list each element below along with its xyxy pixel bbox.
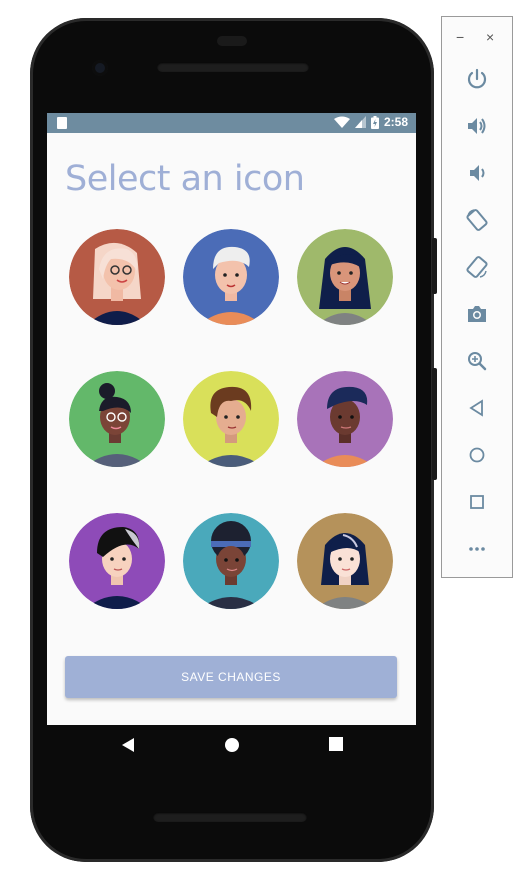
avatar-5[interactable]	[183, 371, 279, 467]
emulator-control-panel: − ×	[441, 16, 513, 578]
avatar-3[interactable]	[297, 229, 393, 325]
minimize-button[interactable]: −	[456, 29, 464, 45]
rotate-right-icon[interactable]	[465, 255, 489, 279]
top-speaker-grille	[157, 62, 309, 72]
avatar-9[interactable]	[297, 513, 393, 609]
back-icon[interactable]	[465, 396, 489, 420]
rotate-left-icon[interactable]	[465, 208, 489, 232]
zoom-icon[interactable]	[465, 349, 489, 373]
avatar-8-illustration	[183, 513, 279, 609]
android-nav-bar	[47, 725, 416, 769]
avatar-2[interactable]	[183, 229, 279, 325]
avatar-1-illustration	[69, 229, 165, 325]
bottom-speaker-grille	[153, 812, 307, 822]
avatar-6[interactable]	[297, 371, 393, 467]
avatar-4[interactable]	[69, 371, 165, 467]
avatar-4-illustration	[69, 371, 165, 467]
avatar-7-illustration	[69, 513, 165, 609]
app-screen: 2:58 Select an icon SAVE CHANGES	[47, 113, 416, 725]
more-icon[interactable]	[465, 537, 489, 561]
save-changes-button[interactable]: SAVE CHANGES	[65, 656, 397, 698]
volume-up-icon[interactable]	[465, 114, 489, 138]
nav-overview-icon[interactable]	[329, 737, 343, 751]
avatar-5-illustration	[183, 371, 279, 467]
volume-down-icon[interactable]	[465, 161, 489, 185]
avatar-8[interactable]	[183, 513, 279, 609]
earpiece-sensor	[217, 36, 247, 46]
front-camera	[92, 60, 108, 76]
nav-home-icon[interactable]	[224, 737, 240, 753]
avatar-grid	[47, 113, 416, 725]
close-button[interactable]: ×	[486, 29, 494, 45]
avatar-1[interactable]	[69, 229, 165, 325]
avatar-2-illustration	[183, 229, 279, 325]
side-button-lower	[432, 368, 437, 480]
power-icon[interactable]	[465, 67, 489, 91]
avatar-9-illustration	[297, 513, 393, 609]
home-icon[interactable]	[465, 443, 489, 467]
overview-icon[interactable]	[465, 490, 489, 514]
camera-icon[interactable]	[465, 302, 489, 326]
nav-back-icon[interactable]	[121, 737, 135, 753]
avatar-7[interactable]	[69, 513, 165, 609]
side-button-upper	[432, 238, 437, 294]
avatar-6-illustration	[297, 371, 393, 467]
avatar-3-illustration	[297, 229, 393, 325]
